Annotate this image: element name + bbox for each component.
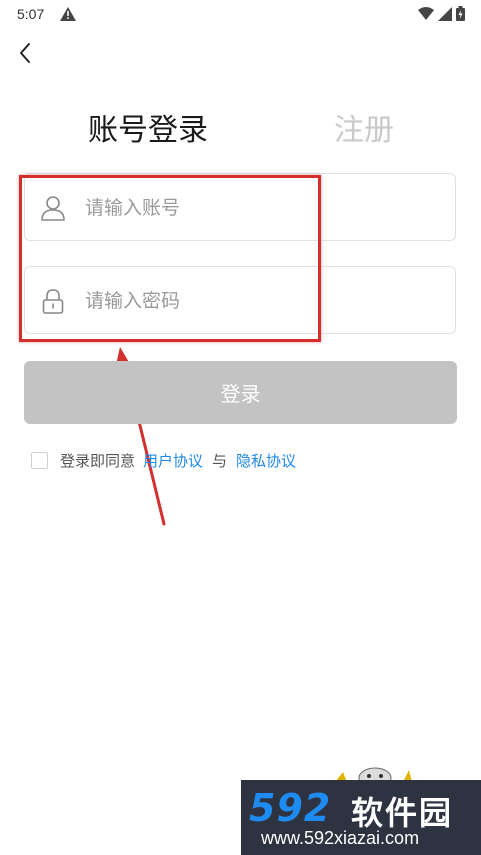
password-field xyxy=(24,266,456,335)
agreement-row: 登录即同意 用户协议 与 隐私协议 xyxy=(31,450,296,471)
warning-icon xyxy=(60,7,76,21)
user-icon xyxy=(41,196,65,221)
annotation-arrow xyxy=(114,347,166,526)
chevron-left-icon xyxy=(20,43,30,63)
privacy-policy-link[interactable]: 隐私协议 xyxy=(236,450,296,471)
watermark-number: 592 xyxy=(249,786,332,830)
status-time: 5:07 xyxy=(17,6,45,22)
back-button[interactable] xyxy=(13,40,39,66)
login-button[interactable]: 登录 xyxy=(24,361,457,424)
lock-icon xyxy=(42,289,64,314)
account-field xyxy=(24,173,456,242)
wifi-icon xyxy=(418,6,434,20)
tab-register[interactable]: 注册 xyxy=(334,105,394,149)
agreement-prefix: 登录即同意 xyxy=(60,452,136,470)
password-input[interactable] xyxy=(83,267,447,335)
battery-icon xyxy=(456,6,465,21)
signal-icon xyxy=(438,6,452,21)
watermark-logo: 592 软件园 www.592xiazai.com xyxy=(241,780,481,855)
agreement-checkbox[interactable] xyxy=(31,452,48,469)
user-agreement-link[interactable]: 用户协议 xyxy=(143,450,203,471)
status-bar: 5:07 xyxy=(0,0,481,30)
agreement-and: 与 xyxy=(212,452,228,470)
watermark-url: www.592xiazai.com xyxy=(261,828,420,848)
status-icons xyxy=(418,6,465,21)
account-input[interactable] xyxy=(83,174,447,242)
tab-login[interactable]: 账号登录 xyxy=(88,105,208,149)
